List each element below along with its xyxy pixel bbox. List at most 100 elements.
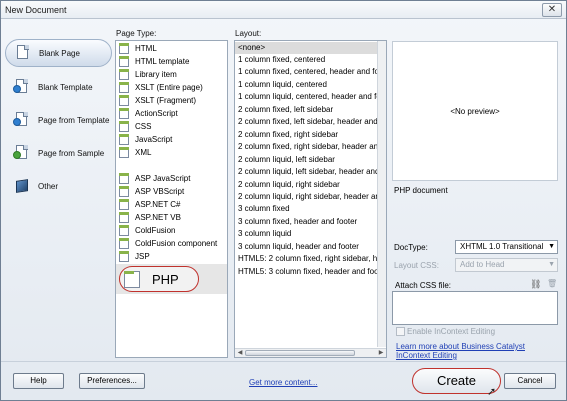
doctype-select[interactable]: XHTML 1.0 Transitional ▼: [455, 240, 558, 254]
page-type-item[interactable]: JSP: [116, 250, 226, 263]
page-type-item[interactable]: ActionScript: [116, 107, 226, 120]
blank-page-icon: [14, 44, 32, 62]
preferences-button[interactable]: Preferences...: [79, 373, 145, 389]
html-file-icon: [119, 43, 129, 54]
learn-more-link-line1[interactable]: Learn more about Business Catalyst: [396, 342, 525, 351]
scroll-left-icon[interactable]: ◀: [236, 349, 244, 357]
html-template-file-icon: [119, 56, 129, 67]
layout-item[interactable]: 1 column liquid, centered, header and fo…: [235, 91, 386, 103]
page-type-list[interactable]: HTML HTML template Library item XSLT (En…: [115, 40, 228, 358]
layout-item[interactable]: 3 column fixed: [235, 203, 385, 215]
page-type-item[interactable]: ColdFusion component: [116, 237, 226, 250]
layout-item[interactable]: 3 column fixed, header and footer: [235, 216, 385, 228]
category-blank-page[interactable]: Blank Page: [5, 39, 112, 67]
category-label: Page from Sample: [38, 148, 105, 158]
library-item-file-icon: [119, 69, 129, 80]
page-type-item-label: XSLT (Fragment): [135, 96, 197, 105]
page-type-item[interactable]: XML: [116, 146, 226, 159]
layout-item[interactable]: 1 column fixed, centered, header and foo…: [235, 66, 386, 78]
page-type-item[interactable]: XSLT (Entire page): [116, 81, 226, 94]
incontext-label: Enable InContext Editing: [407, 327, 496, 336]
scroll-right-icon[interactable]: ▶: [377, 349, 385, 357]
page-type-item[interactable]: CSS: [116, 120, 226, 133]
layout-item[interactable]: 2 column fixed, left sidebar: [235, 104, 385, 116]
layout-item[interactable]: HTML5: 2 column fixed, right sidebar, he…: [235, 253, 386, 265]
window-title: New Document: [5, 5, 67, 15]
layout-css-value: Add to Head: [460, 260, 505, 269]
doctype-label: DocType:: [394, 243, 428, 252]
scroll-thumb[interactable]: [245, 350, 355, 356]
page-type-item[interactable]: Library item: [116, 68, 226, 81]
category-label: Blank Template: [38, 82, 93, 92]
layout-item[interactable]: 2 column liquid, right sidebar, header a…: [235, 191, 386, 203]
layout-item[interactable]: 3 column liquid: [235, 228, 385, 240]
page-type-item[interactable]: HTML template: [116, 55, 226, 68]
title-bar: New Document ✕: [1, 1, 566, 19]
page-type-item-label: ASP JavaScript: [135, 174, 191, 183]
layout-list[interactable]: <none> 1 column fixed, centered 1 column…: [234, 40, 387, 358]
aspnet-vb-file-icon: [119, 212, 129, 223]
xslt-fragment-file-icon: [119, 95, 129, 106]
page-type-item-label: ActionScript: [135, 109, 178, 118]
page-type-item-label: CSS: [135, 122, 152, 131]
page-type-item[interactable]: ASP JavaScript: [116, 172, 226, 185]
help-button[interactable]: Help: [13, 373, 64, 389]
layout-item[interactable]: 1 column liquid, centered: [235, 79, 385, 91]
coldfusion-component-file-icon: [119, 238, 129, 249]
layout-item[interactable]: 2 column liquid, left sidebar: [235, 154, 385, 166]
layout-item[interactable]: <none>: [235, 42, 385, 54]
footer-divider: [1, 361, 566, 362]
category-blank-template[interactable]: Blank Template: [5, 73, 112, 101]
layout-item[interactable]: 2 column fixed, left sidebar, header and…: [235, 116, 385, 128]
page-from-sample-icon: [13, 144, 31, 162]
layout-item[interactable]: HTML5: 3 column fixed, header and footer: [235, 266, 386, 278]
other-icon: [13, 177, 31, 195]
page-type-item-label: ASP.NET C#: [135, 200, 181, 209]
page-type-item-label: ColdFusion: [135, 226, 176, 235]
preview-text: <No preview>: [450, 106, 500, 116]
layout-item[interactable]: 3 column liquid, header and footer: [235, 241, 385, 253]
asp-javascript-file-icon: [119, 173, 129, 184]
get-more-content-link[interactable]: Get more content...: [249, 378, 317, 387]
page-type-item[interactable]: ColdFusion: [116, 224, 226, 237]
category-list: Blank Page Blank Template Page from Temp…: [5, 23, 112, 358]
page-type-item[interactable]: JavaScript: [116, 133, 226, 146]
cancel-button[interactable]: Cancel: [504, 373, 556, 389]
layout-item[interactable]: 2 column fixed, right sidebar: [235, 129, 385, 141]
layout-item[interactable]: 1 column fixed, centered: [235, 54, 385, 66]
close-button[interactable]: ✕: [542, 3, 562, 17]
layout-css-select[interactable]: Add to Head ▼: [455, 258, 558, 272]
page-type-item[interactable]: ASP.NET VB: [116, 211, 226, 224]
aspnet-csharp-file-icon: [119, 199, 129, 210]
page-type-item-label: JavaScript: [135, 135, 173, 144]
trash-icon[interactable]: 🗑: [547, 279, 557, 288]
page-type-item[interactable]: ASP VBScript: [116, 185, 226, 198]
chevron-down-icon: ▼: [548, 243, 555, 250]
php-file-icon: [124, 270, 140, 288]
coldfusion-file-icon: [119, 225, 129, 236]
page-type-item[interactable]: HTML: [116, 42, 226, 55]
xslt-file-icon: [119, 82, 129, 93]
page-type-item[interactable]: XSLT (Fragment): [116, 94, 226, 107]
preview-pane: <No preview>: [392, 41, 558, 181]
link-icon[interactable]: ⛓: [530, 279, 541, 290]
category-label: Page from Template: [38, 115, 110, 125]
page-type-item-php[interactable]: PHP: [119, 266, 199, 292]
page-type-item-label: ASP VBScript: [135, 187, 185, 196]
page-type-item[interactable]: ASP.NET C#: [116, 198, 226, 211]
category-page-from-sample[interactable]: Page from Sample: [5, 139, 112, 167]
vertical-scrollbar[interactable]: [377, 41, 386, 347]
layout-item[interactable]: 2 column fixed, right sidebar, header an…: [235, 141, 386, 153]
learn-more-link-line2[interactable]: InContext Editing: [396, 351, 457, 360]
category-page-from-template[interactable]: Page from Template: [5, 106, 112, 134]
attach-css-list[interactable]: [392, 291, 558, 325]
incontext-checkbox[interactable]: [396, 327, 405, 336]
page-type-item-label: ColdFusion component: [135, 239, 218, 248]
horizontal-scrollbar[interactable]: ◀ ▶: [235, 348, 386, 357]
layout-item[interactable]: 2 column liquid, left sidebar, header an…: [235, 166, 385, 178]
css-file-icon: [119, 121, 129, 132]
category-other[interactable]: Other: [5, 172, 112, 200]
mouse-cursor-icon: ➚: [487, 386, 497, 398]
category-label: Blank Page: [39, 48, 80, 58]
layout-item[interactable]: 2 column liquid, right sidebar: [235, 179, 385, 191]
